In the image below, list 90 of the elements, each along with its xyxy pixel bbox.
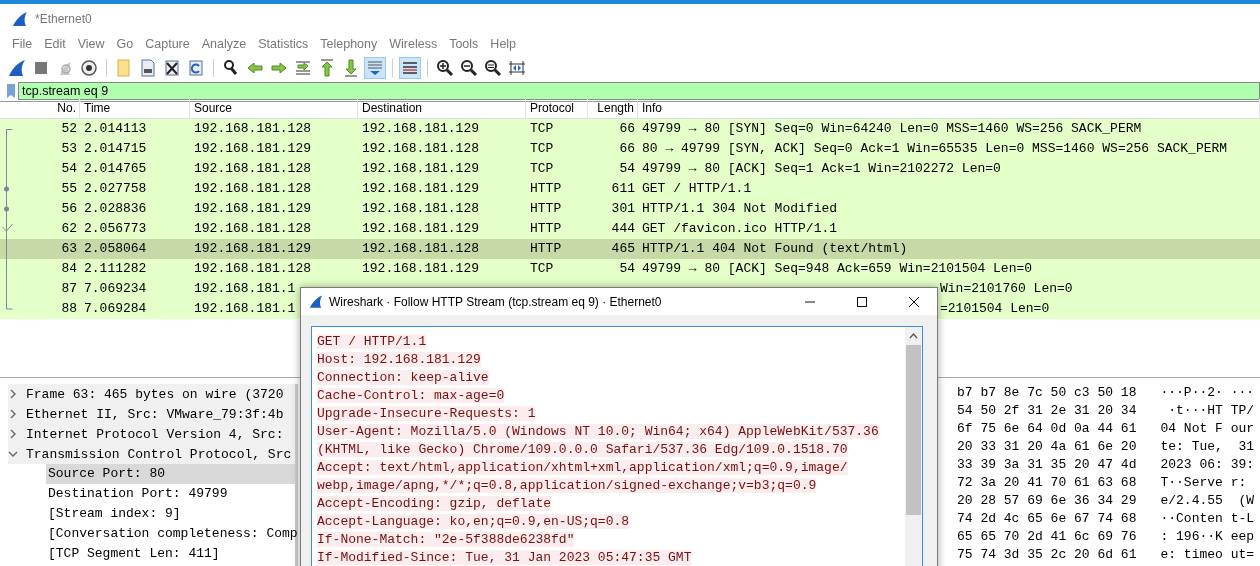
table-cell-text: 7.069234 [83,280,147,298]
table-cell-text: 2.027758 [83,180,147,198]
table-cell-text: 192.168.181.128 [193,180,312,198]
table-cell-text: 192.168.181.1 [193,280,296,298]
dialog-title: Wireshark · Follow HTTP Stream (tcp.stream eq 9) · Ethernet0 [329,294,663,309]
ascii-bytes: e: timeo ut= [1160,546,1255,564]
table-cell-text: Win=2101760 Len=0 [939,280,1073,298]
hex-bytes: 74 2d 4c 65 6e 67 74 68 [957,510,1137,528]
table-cell-text: 55 [60,180,78,198]
table-cell-text: 80 → 49799 [SYN, ACK] Seq=0 Ack=1 Win=65535 Len=0 MSS=1460 WS=256 SACK_PERM [641,140,1228,158]
table-cell-text: 192.168.181.129 [361,220,480,238]
ascii-bytes: ···P··2· ··· [1160,384,1255,402]
table-cell-text: 192.168.181.129 [361,160,480,178]
ascii-bytes: 04 Not F our [1160,420,1255,438]
table-cell-text: HTTP/1.1 404 Not Found (text/html) [641,240,908,258]
table-cell-text: 465 [610,240,636,258]
hex-bytes: 20 28 57 69 6e 36 34 29 [957,492,1137,510]
table-cell-text: 63 [60,240,78,258]
table-cell-text: 66 [618,120,636,138]
ascii-bytes: e/2.4.55 (W [1160,492,1255,510]
ascii-bytes: : 196··K eep [1160,528,1255,546]
table-cell-text: 2.014113 [83,120,147,138]
table-cell-text: HTTP [529,240,562,258]
table-cell-text: 192.168.181.128 [193,120,312,138]
table-cell-text: TCP [529,120,554,138]
hex-bytes: 6f 75 6e 64 0d 0a 44 61 [957,420,1137,438]
table-cell-text: 2.056773 [83,220,147,238]
tree-item-label: Internet Protocol Version 4, Src: [26,426,284,442]
table-cell-text: 54 [618,260,636,278]
table-cell-text: 192.168.181.129 [361,260,480,278]
hex-bytes: 33 39 3a 31 35 20 47 4d [957,456,1137,474]
table-cell-text: 56 [60,200,78,218]
table-cell-text: 192.168.181.128 [193,220,312,238]
table-cell-text: 49799 → 80 [ACK] Seq=948 Ack=659 Win=2101504 Len=0 [641,260,1033,278]
table-cell-text: 2.058064 [83,240,147,258]
ascii-bytes: T··Serve r: [1160,474,1247,492]
table-cell-text: 192.168.181.129 [193,240,312,258]
table-cell-text: HTTP/1.1 304 Not Modified [641,200,838,218]
table-cell-text: 192.168.181.129 [361,120,480,138]
table-cell-text: TCP [529,140,554,158]
table-cell-text: 54 [60,160,78,178]
hex-bytes: 54 50 2f 31 2e 31 20 34 [957,402,1137,420]
table-cell-text: HTTP [529,180,562,198]
table-cell-text: 52 [60,120,78,138]
table-cell-text: 49799 → 80 [ACK] Seq=1 Ack=1 Win=2102272 Len=0 [641,160,1001,178]
hex-bytes: 72 3a 20 41 70 61 63 68 [957,474,1137,492]
table-cell-text: 88 [60,300,78,318]
ascii-bytes: ·t···HT TP/ [1167,402,1255,420]
tree-item-label: Transmission Control Protocol, Src [26,446,292,462]
table-cell-text: 192.168.181.128 [193,160,312,178]
ascii-bytes: ··Conten t-L [1160,510,1255,528]
table-cell-text: 7.069284 [83,300,147,318]
table-cell-text: TCP [529,160,554,178]
table-cell-text: 54 [618,160,636,178]
table-cell-text: 2.014715 [83,140,147,158]
table-cell-text: 53 [60,140,78,158]
ascii-bytes: te: Tue, 31 [1160,438,1255,456]
table-cell-text: 192.168.181.128 [361,200,480,218]
table-cell-text: 192.168.181.128 [193,260,312,278]
hex-bytes: 75 74 3d 35 2c 20 6d 61 [957,546,1137,564]
table-cell-text: 2.028836 [83,200,147,218]
table-cell-text: 66 [618,140,636,158]
table-cell-text: 192.168.181.1 [193,300,296,318]
table-cell-text: GET /favicon.ico HTTP/1.1 [641,220,838,238]
window-title: *Ethernet0 [35,11,92,26]
table-cell-text: 192.168.181.129 [193,200,312,218]
table-cell-text: 192.168.181.129 [193,140,312,158]
ascii-bytes: 2023 06: 39: [1160,456,1255,474]
table-cell-text: 192.168.181.129 [361,180,480,198]
table-cell-text: 2.014765 [83,160,147,178]
hex-bytes: b7 b7 8e 7c 50 c3 50 18 [957,384,1137,402]
table-cell-text: 301 [610,200,636,218]
table-cell-text: 87 [60,280,78,298]
table-cell-text: TCP [529,260,554,278]
tree-item-label: Ethernet II, Src: VMware_79:3f:4b [26,406,284,422]
table-cell-text: HTTP [529,200,562,218]
hex-bytes: 20 33 31 20 4a 61 6e 20 [957,438,1137,456]
table-cell-text: =2101504 Len=0 [939,300,1050,318]
table-cell-text: 84 [60,260,78,278]
table-cell-text: 192.168.181.128 [361,140,480,158]
table-cell-text: 62 [60,220,78,238]
table-cell-text: 444 [610,220,636,238]
table-cell-text: 2.111282 [83,260,147,278]
table-cell-text: HTTP [529,220,562,238]
table-cell-text: 611 [610,180,636,198]
tree-item-label: Frame 63: 465 bytes on wire (3720 [26,386,284,402]
table-cell-text: 192.168.181.128 [361,240,480,258]
table-cell-text: 49799 → 80 [SYN] Seq=0 Win=64240 Len=0 MSS=1460 WS=256 SACK_PERM [641,120,1142,138]
hex-bytes: 65 65 70 2d 41 6c 69 76 [957,528,1137,546]
table-cell-text: GET / HTTP/1.1 [641,180,752,198]
